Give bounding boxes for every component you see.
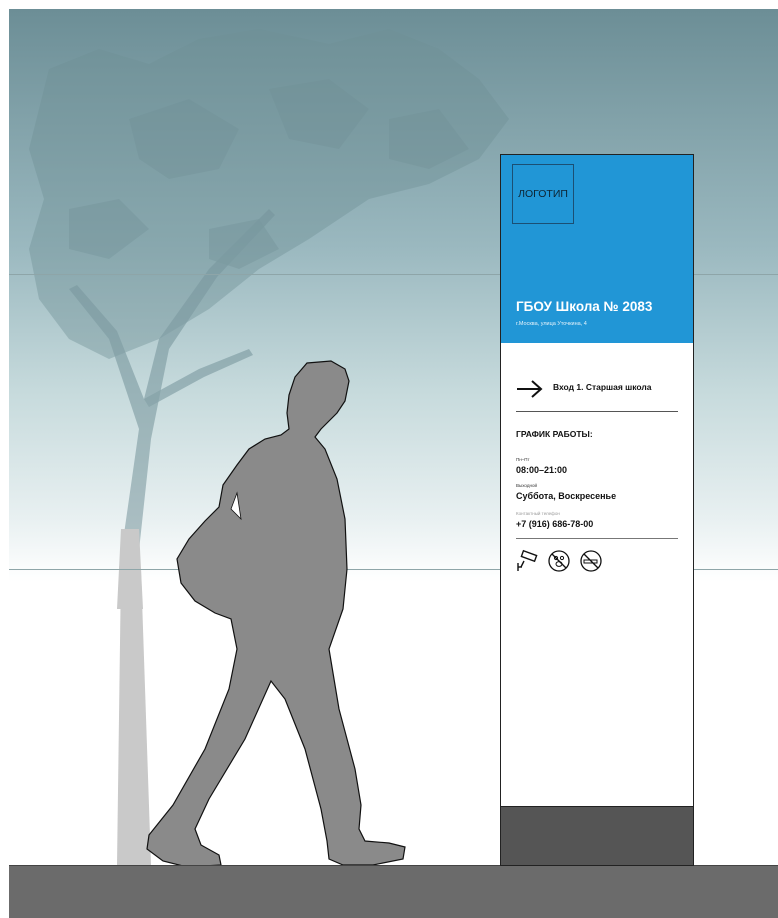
logo-placeholder: ЛОГОТИП: [512, 164, 574, 224]
school-address: г.Москва, улица Уточкина, 4: [516, 321, 587, 327]
school-sign-stele: ЛОГОТИП ГБОУ Школа № 2083 г.Москва, улиц…: [500, 154, 694, 866]
weekend-label: Выходной: [516, 483, 537, 488]
no-pets-icon: [548, 550, 570, 572]
phone-label: Контактный телефон: [516, 511, 560, 516]
sign-header: ЛОГОТИП ГБОУ Школа № 2083 г.Москва, улиц…: [501, 155, 693, 343]
cctv-camera-icon: [517, 549, 538, 571]
no-smoking-icon: [580, 550, 602, 572]
divider: [516, 538, 678, 539]
weekend-days: Суббота, Воскресенье: [516, 491, 617, 501]
logo-label: ЛОГОТИП: [518, 188, 568, 200]
school-name: ГБОУ Школа № 2083: [516, 299, 653, 314]
weekdays-hours: 08:00–21:00: [516, 465, 568, 475]
phone-number: +7 (916) 686-78-00: [516, 519, 594, 529]
arrow-right-icon: [517, 380, 543, 398]
entry-label: Вход 1. Старшая школа: [553, 382, 652, 392]
schedule-title: ГРАФИК РАБОТЫ:: [516, 429, 593, 439]
weekdays-label: Пн–Пт: [516, 457, 530, 462]
scene-frame: ЛОГОТИП ГБОУ Школа № 2083 г.Москва, улиц…: [9, 9, 778, 918]
sign-plinth: [500, 806, 694, 866]
ground: [9, 865, 778, 918]
entry-row: Вход 1. Старшая школа: [516, 377, 678, 412]
